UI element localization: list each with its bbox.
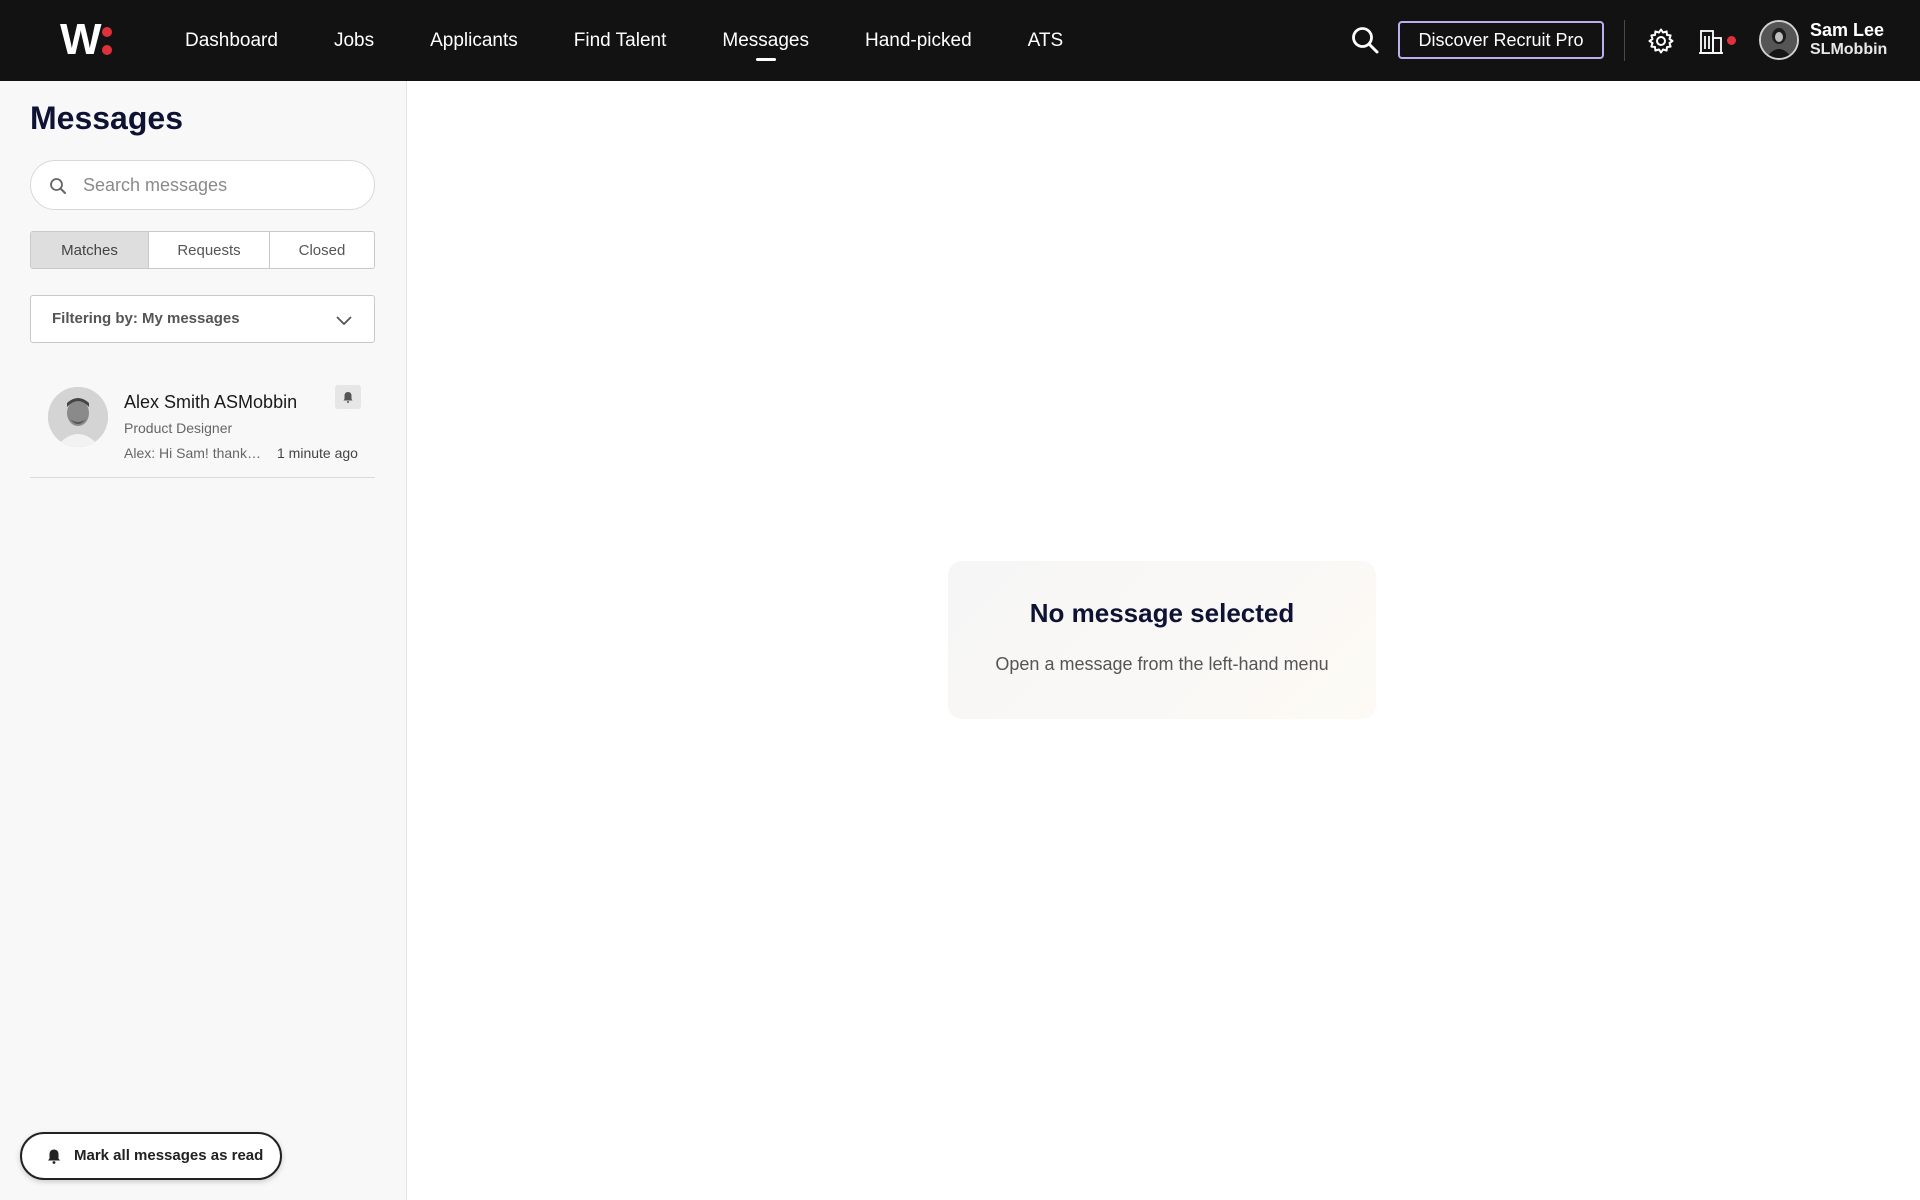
mark-all-read-label: Mark all messages as read <box>74 1147 264 1164</box>
user-org: SLMobbin <box>1810 41 1888 58</box>
empty-state-card: No message selected Open a message from … <box>948 561 1376 719</box>
conversation-name: Alex Smith ASMobbin <box>124 392 298 412</box>
nav-divider <box>1624 20 1625 61</box>
discover-recruit-pro-button[interactable]: Discover Recruit Pro <box>1398 21 1604 59</box>
brand-logo[interactable]: W <box>60 18 130 62</box>
nav-link-applicants[interactable]: Applicants <box>430 0 518 81</box>
user-menu[interactable]: Sam Lee SLMobbin <box>1810 20 1887 60</box>
user-avatar[interactable] <box>1759 20 1799 60</box>
chevron-down-icon <box>336 312 352 328</box>
filter-label: Filtering by: My messages <box>52 310 240 327</box>
empty-state-title: No message selected <box>1029 598 1295 628</box>
conversation-preview: Alex: Hi Sam! thanks for reaching out <box>124 445 264 461</box>
top-navigation: W Dashboard Jobs Applicants Find Talent … <box>0 0 1920 81</box>
conversation-time: 1 minute ago <box>277 445 358 461</box>
tab-closed[interactable]: Closed <box>270 232 374 268</box>
avatar <box>48 387 108 447</box>
message-filter-dropdown[interactable]: Filtering by: My messages <box>30 295 375 343</box>
bell-icon <box>46 1148 62 1164</box>
gear-icon[interactable] <box>1647 27 1675 55</box>
brand-dots <box>101 27 112 55</box>
page-title: Messages <box>30 100 183 136</box>
search-messages-box <box>30 160 375 210</box>
nav-link-hand-picked[interactable]: Hand-picked <box>865 0 972 81</box>
nav-link-ats[interactable]: ATS <box>1028 0 1064 81</box>
search-icon[interactable] <box>1350 25 1380 55</box>
conversation-role: Product Designer <box>124 420 233 436</box>
tab-matches[interactable]: Matches <box>31 232 149 268</box>
notification-dot <box>1727 36 1736 45</box>
nav-link-jobs[interactable]: Jobs <box>334 0 374 81</box>
tab-requests[interactable]: Requests <box>149 232 270 268</box>
nav-link-find-talent[interactable]: Find Talent <box>574 0 667 81</box>
empty-state-subtitle: Open a message from the left-hand menu <box>995 654 1329 674</box>
message-status-tabs: Matches Requests Closed <box>30 231 375 269</box>
search-icon <box>49 177 67 195</box>
messages-sidebar: Messages Matches Requests Closed Filteri… <box>0 81 407 1200</box>
main-nav: Dashboard Jobs Applicants Find Talent Me… <box>185 0 1119 81</box>
search-messages-input[interactable] <box>83 161 363 209</box>
conversation-item[interactable]: Alex Smith ASMobbin Product Designer Ale… <box>30 372 375 478</box>
nav-link-dashboard[interactable]: Dashboard <box>185 0 278 81</box>
bell-icon[interactable] <box>335 385 361 409</box>
mark-all-read-button[interactable]: Mark all messages as read <box>20 1132 282 1180</box>
user-name: Sam Lee <box>1810 20 1885 40</box>
nav-link-messages[interactable]: Messages <box>722 0 809 81</box>
